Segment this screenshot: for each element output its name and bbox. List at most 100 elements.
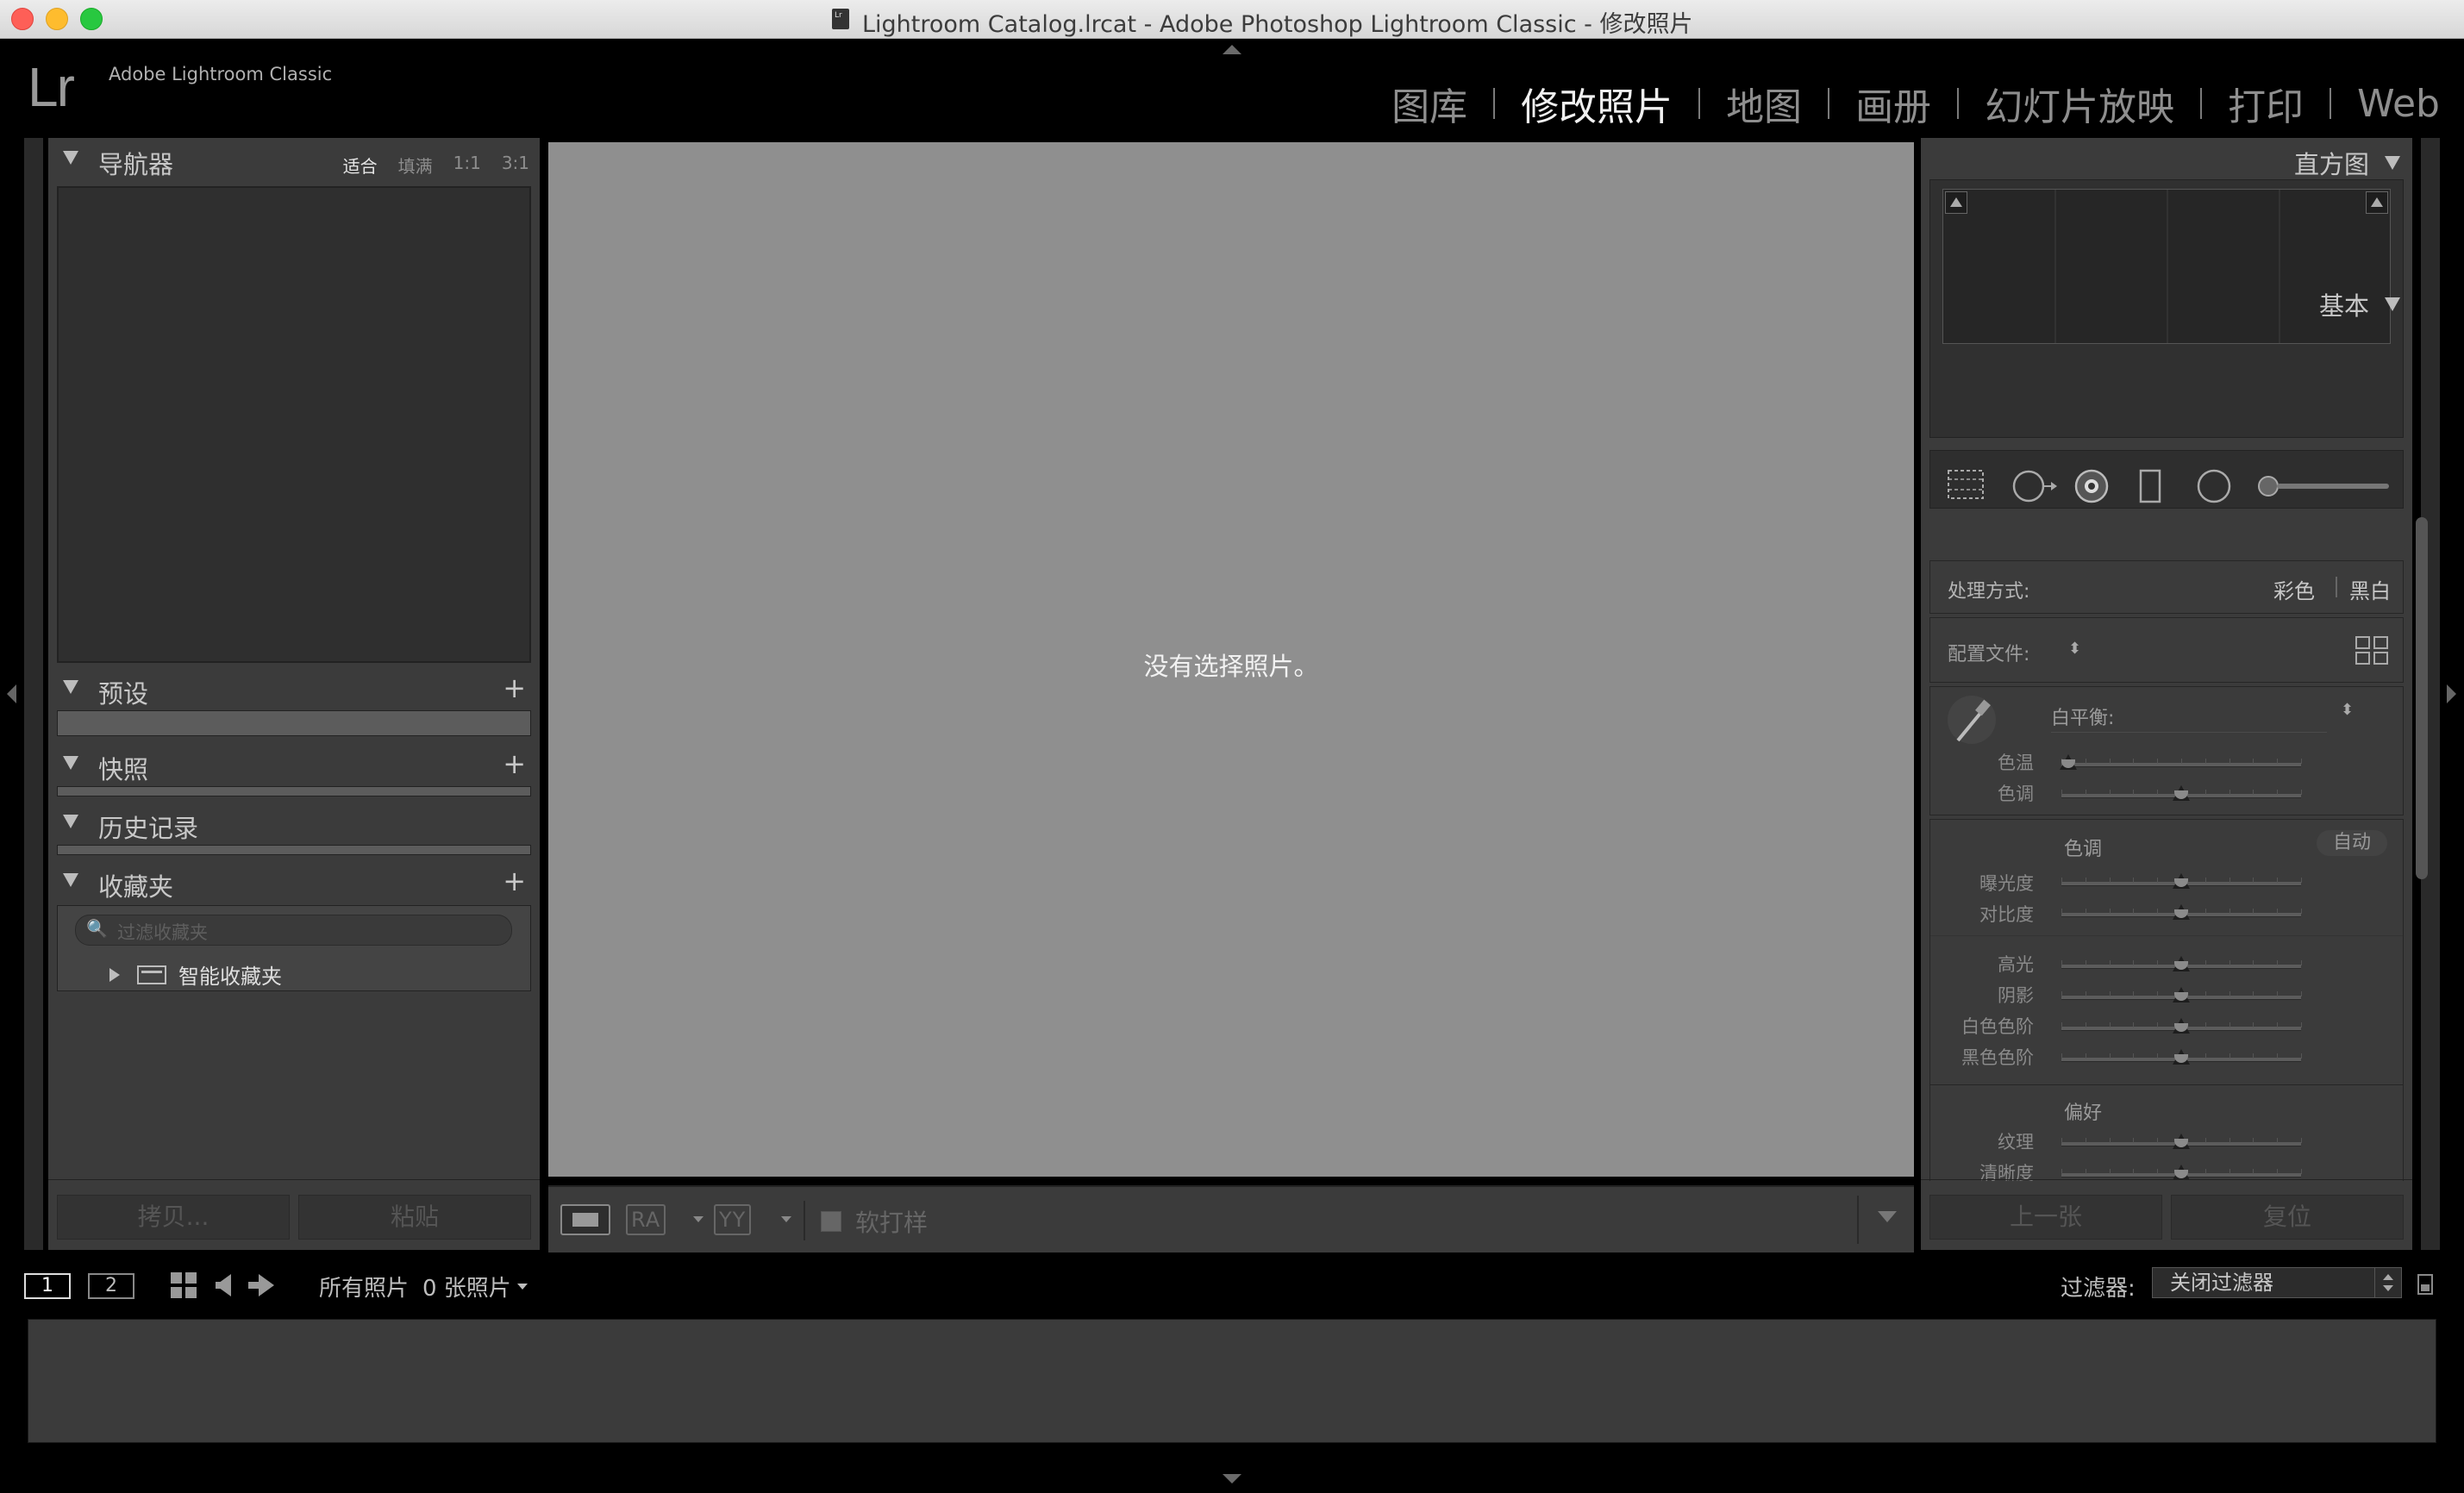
white-balance-dropdown-icon[interactable]: ⬍ bbox=[2341, 701, 2354, 719]
collapse-right-panel-arrow-icon[interactable] bbox=[2447, 684, 2456, 703]
slider-knob[interactable] bbox=[2173, 1134, 2190, 1149]
collection-item-smart[interactable]: 智能收藏夹 bbox=[109, 959, 282, 990]
add-snapshot-button[interactable]: + bbox=[503, 747, 526, 780]
module-slideshow[interactable]: 幻灯片放映 bbox=[1985, 76, 2174, 131]
module-web[interactable]: Web bbox=[2357, 82, 2440, 126]
contrast-slider[interactable] bbox=[2061, 904, 2302, 920]
left-panel: 导航器 适合 填满 1:1 3:1 预设 + 快照 + 历史记录 收藏夹 + 🔍… bbox=[48, 138, 540, 1250]
slider-knob[interactable] bbox=[2173, 1165, 2190, 1180]
slider-knob[interactable] bbox=[2173, 904, 2190, 920]
add-preset-button[interactable]: + bbox=[503, 672, 526, 704]
toolbar-separator bbox=[1857, 1196, 1859, 1244]
filmstrip-count[interactable]: 0 张照片 bbox=[422, 1271, 511, 1302]
highlight-clipping-icon[interactable] bbox=[2366, 191, 2388, 214]
swap-before-after-button[interactable]: YY bbox=[714, 1204, 752, 1235]
filter-select[interactable]: 关闭过滤器 bbox=[2152, 1267, 2402, 1298]
previous-button[interactable]: 上一张 bbox=[1929, 1195, 2162, 1240]
auto-tone-button[interactable]: 自动 bbox=[2317, 830, 2387, 856]
tint-slider[interactable] bbox=[2061, 785, 2302, 801]
navigator-header[interactable]: 导航器 适合 填满 1:1 3:1 bbox=[48, 138, 540, 181]
paste-settings-button[interactable]: 粘贴 bbox=[298, 1195, 531, 1240]
slider-knob[interactable] bbox=[2173, 1049, 2190, 1065]
slider-knob[interactable] bbox=[2060, 754, 2077, 770]
filmstrip[interactable] bbox=[28, 1319, 2436, 1443]
reset-button[interactable]: 复位 bbox=[2171, 1195, 2404, 1240]
profile-stepper-icon[interactable]: ⬍ bbox=[2068, 640, 2081, 658]
treatment-row: 处理方式: 彩色 黑白 bbox=[1929, 560, 2404, 614]
add-collection-button[interactable]: + bbox=[503, 865, 526, 897]
primary-window-button[interactable]: 1 bbox=[24, 1273, 71, 1299]
collapse-left-panel-arrow-icon[interactable] bbox=[7, 684, 16, 703]
exposure-slider[interactable] bbox=[2061, 873, 2302, 889]
slider-knob[interactable] bbox=[2173, 785, 2190, 801]
grid-view-icon[interactable] bbox=[171, 1272, 197, 1298]
slider-knob[interactable] bbox=[2173, 873, 2190, 889]
presets-header[interactable]: 预设 + bbox=[48, 667, 540, 710]
before-after-button[interactable]: RA bbox=[626, 1204, 666, 1235]
collapse-filmstrip-arrow-icon[interactable] bbox=[1223, 1474, 1241, 1484]
expand-arrow-icon[interactable] bbox=[109, 967, 120, 982]
swap-dropdown-icon[interactable] bbox=[781, 1216, 791, 1222]
before-after-dropdown-icon[interactable] bbox=[693, 1216, 704, 1222]
collection-filter-input[interactable]: 🔍 过滤收藏夹 bbox=[75, 915, 512, 946]
crop-tool-icon[interactable] bbox=[1946, 468, 1986, 501]
module-library[interactable]: 图库 bbox=[1391, 76, 1467, 131]
module-map[interactable]: 地图 bbox=[1726, 76, 1802, 131]
spot-removal-tool-icon[interactable] bbox=[2010, 468, 2058, 504]
loupe-view-button[interactable] bbox=[560, 1204, 610, 1235]
radial-filter-tool-icon[interactable] bbox=[2194, 468, 2234, 504]
slider-knob[interactable] bbox=[2173, 1018, 2190, 1034]
navigator-preview[interactable] bbox=[57, 186, 531, 663]
adjustment-brush-tool-icon[interactable] bbox=[2256, 468, 2394, 504]
minimize-window-button[interactable] bbox=[46, 8, 68, 30]
eyedropper-icon[interactable] bbox=[1946, 692, 2001, 753]
whites-slider[interactable] bbox=[2061, 1018, 2302, 1034]
slider-tick bbox=[2157, 991, 2158, 996]
slider-knob[interactable] bbox=[2173, 956, 2190, 971]
slider-knob[interactable] bbox=[2173, 987, 2190, 1003]
temp-label: 色温 bbox=[1998, 753, 2034, 773]
red-eye-tool-icon[interactable] bbox=[2072, 468, 2111, 504]
blacks-slider[interactable] bbox=[2061, 1049, 2302, 1065]
shadow-clipping-icon[interactable] bbox=[1945, 191, 1967, 214]
history-header[interactable]: 历史记录 bbox=[48, 802, 540, 845]
zoom-fit[interactable]: 适合 bbox=[343, 153, 378, 178]
zoom-fill[interactable]: 填满 bbox=[398, 153, 433, 178]
module-book[interactable]: 画册 bbox=[1855, 76, 1931, 131]
module-develop[interactable]: 修改照片 bbox=[1521, 76, 1673, 131]
temp-slider[interactable] bbox=[2060, 754, 2302, 770]
close-window-button[interactable] bbox=[11, 8, 34, 30]
collapse-top-panel-arrow-icon[interactable] bbox=[1223, 45, 1241, 54]
treatment-bw-option[interactable]: 黑白 bbox=[2349, 574, 2391, 604]
disclosure-triangle-icon bbox=[63, 756, 78, 770]
source-dropdown-icon[interactable] bbox=[517, 1284, 528, 1290]
toolbar-content-menu-icon[interactable] bbox=[1878, 1211, 1897, 1222]
soft-proof-checkbox[interactable] bbox=[821, 1211, 841, 1232]
slider-tick bbox=[2061, 1169, 2062, 1174]
zoom-window-button[interactable] bbox=[80, 8, 103, 30]
collections-header[interactable]: 收藏夹 + bbox=[48, 860, 540, 903]
forward-arrow-icon[interactable] bbox=[248, 1274, 274, 1296]
history-title: 历史记录 bbox=[98, 814, 199, 843]
treatment-color-option[interactable]: 彩色 bbox=[2273, 574, 2315, 604]
filmstrip-source[interactable]: 所有照片 bbox=[319, 1271, 409, 1302]
back-arrow-icon[interactable] bbox=[216, 1274, 231, 1296]
clarity-slider[interactable] bbox=[2061, 1165, 2302, 1180]
profile-browser-icon[interactable] bbox=[2355, 635, 2389, 666]
shadows-slider[interactable] bbox=[2061, 987, 2302, 1003]
right-panel-scrollbar[interactable] bbox=[2416, 517, 2428, 879]
texture-slider[interactable] bbox=[2061, 1134, 2302, 1149]
filter-lock-icon[interactable] bbox=[2417, 1274, 2433, 1295]
zoom-1-1[interactable]: 1:1 bbox=[453, 153, 481, 178]
copy-settings-button[interactable]: 拷贝... bbox=[57, 1195, 290, 1240]
module-print[interactable]: 打印 bbox=[2228, 76, 2304, 131]
slider-tick bbox=[2110, 790, 2111, 795]
graduated-filter-tool-icon[interactable] bbox=[2137, 468, 2163, 504]
slider-tick bbox=[2229, 991, 2230, 996]
histogram-header[interactable]: 直方图 bbox=[2294, 145, 2400, 181]
basic-header[interactable]: 基本 bbox=[2319, 286, 2400, 322]
zoom-3-1[interactable]: 3:1 bbox=[502, 153, 529, 178]
snapshots-header[interactable]: 快照 + bbox=[48, 743, 540, 786]
secondary-window-button[interactable]: 2 bbox=[88, 1273, 134, 1299]
highlights-slider[interactable] bbox=[2061, 956, 2302, 971]
